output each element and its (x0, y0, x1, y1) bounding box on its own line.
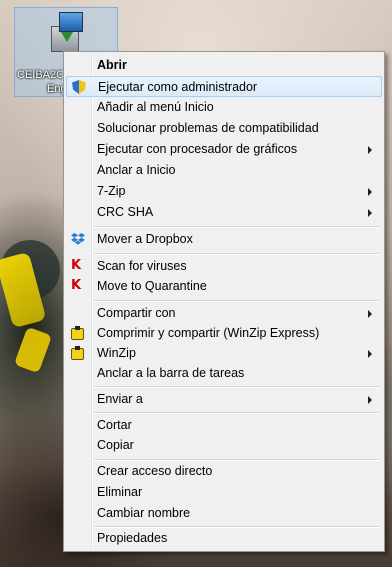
menu-item-propiedades[interactable]: Propiedades (66, 528, 382, 549)
menu-item-label: Compartir con (97, 306, 176, 320)
submenu-arrow-icon (368, 350, 372, 358)
menu-item-abrir[interactable]: Abrir (66, 55, 382, 76)
menu-item-label: Scan for viruses (97, 259, 187, 273)
menu-item-winzip[interactable]: WinZip (66, 343, 382, 364)
menu-item-scan-viruses[interactable]: K Scan for viruses (66, 256, 382, 277)
menu-item-label: CRC SHA (97, 205, 154, 219)
submenu-arrow-icon (368, 209, 372, 217)
menu-item-anclar-barra-tareas[interactable]: Anclar a la barra de tareas (66, 363, 382, 384)
submenu-arrow-icon (368, 188, 372, 196)
menu-item-cortar[interactable]: Cortar (66, 415, 382, 436)
menu-item-compartir-con[interactable]: Compartir con (66, 303, 382, 324)
winzip-icon (71, 326, 84, 340)
menu-item-label: Cambiar nombre (97, 506, 191, 520)
kaspersky-icon: K (71, 258, 82, 273)
wallpaper-rider-yellow-2 (13, 326, 53, 374)
menu-item-label: 7-Zip (97, 184, 126, 198)
menu-item-solucionar-compatibilidad[interactable]: Solucionar problemas de compatibilidad (66, 118, 382, 139)
menu-item-crc-sha[interactable]: CRC SHA (66, 202, 382, 223)
menu-separator (94, 226, 380, 228)
menu-item-label: Solucionar problemas de compatibilidad (97, 121, 319, 135)
menu-item-enviar-a[interactable]: Enviar a (66, 389, 382, 410)
menu-item-label: Eliminar (97, 485, 143, 499)
menu-item-cambiar-nombre[interactable]: Cambiar nombre (66, 503, 382, 524)
winzip-icon (71, 346, 84, 360)
submenu-arrow-icon (368, 396, 372, 404)
menu-item-label: Copiar (97, 438, 134, 452)
menu-item-label: Propiedades (97, 531, 168, 545)
menu-item-7zip[interactable]: 7-Zip (66, 181, 382, 202)
kaspersky-icon: K (71, 278, 82, 293)
menu-item-winzip-express[interactable]: Comprimir y compartir (WinZip Express) (66, 323, 382, 344)
menu-item-label: Move to Quarantine (97, 279, 207, 293)
installer-icon (47, 12, 85, 52)
submenu-arrow-icon (368, 146, 372, 154)
menu-separator (94, 412, 380, 414)
menu-item-mover-dropbox[interactable]: Mover a Dropbox (66, 229, 382, 250)
menu-item-label: Ejecutar como administrador (98, 80, 258, 94)
menu-item-anclar-inicio[interactable]: Anclar a Inicio (66, 160, 382, 181)
menu-separator (94, 386, 380, 388)
uac-shield-icon (72, 80, 86, 94)
menu-item-procesador-graficos[interactable]: Ejecutar con procesador de gráficos (66, 139, 382, 160)
dropbox-icon (71, 232, 85, 246)
menu-item-crear-acceso-directo[interactable]: Crear acceso directo (66, 461, 382, 482)
menu-item-ejecutar-como-administrador[interactable]: Ejecutar como administrador (66, 76, 382, 97)
menu-item-move-quarantine[interactable]: K Move to Quarantine (66, 276, 382, 297)
desktop-icon-label-line1: CEIBA2C (17, 69, 65, 81)
menu-item-label: WinZip (97, 346, 136, 360)
menu-item-label: Añadir al menú Inicio (97, 100, 214, 114)
menu-item-label: Ejecutar con procesador de gráficos (97, 142, 298, 156)
menu-item-anadir-menu-inicio[interactable]: Añadir al menú Inicio (66, 97, 382, 118)
context-menu: Abrir Ejecutar como administrador Añadir… (63, 51, 385, 552)
menu-item-label: Abrir (97, 58, 127, 72)
menu-item-label: Anclar a la barra de tareas (97, 366, 245, 380)
menu-separator (94, 300, 380, 302)
menu-item-label: Enviar a (97, 392, 143, 406)
menu-item-label: Comprimir y compartir (WinZip Express) (97, 326, 320, 340)
submenu-arrow-icon (368, 310, 372, 318)
menu-item-eliminar[interactable]: Eliminar (66, 482, 382, 503)
menu-item-label: Cortar (97, 418, 132, 432)
menu-separator (94, 253, 380, 255)
menu-item-label: Anclar a Inicio (97, 163, 176, 177)
menu-item-copiar[interactable]: Copiar (66, 435, 382, 456)
menu-item-label: Crear acceso directo (97, 464, 213, 478)
menu-item-label: Mover a Dropbox (97, 232, 193, 246)
